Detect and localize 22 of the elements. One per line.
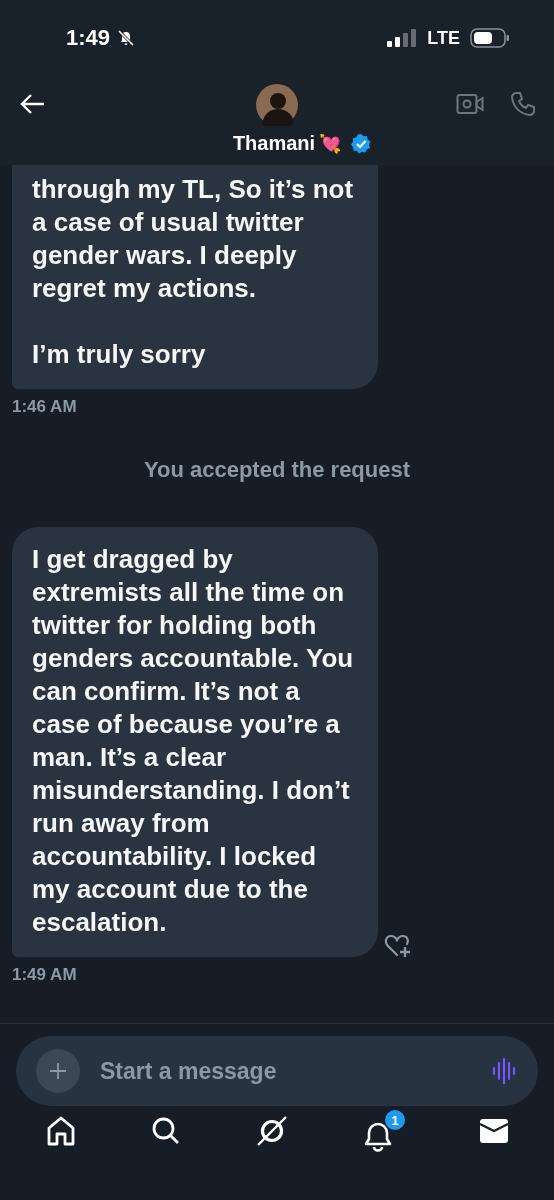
add-attachment-button[interactable]: [36, 1049, 80, 1093]
message-text: through my TL, So it’s not a case of usual twitter gender wars. I deeply regret my actions.: [32, 173, 355, 305]
heart-emoji: 💘: [319, 132, 342, 155]
notification-badge: 1: [385, 1110, 405, 1130]
plus-icon: [48, 1061, 68, 1081]
message-composer[interactable]: Start a message: [16, 1036, 538, 1106]
voice-message-icon[interactable]: [492, 1058, 518, 1084]
bell-icon: [363, 1120, 393, 1152]
contact-name: Thamani: [232, 132, 316, 155]
message-text: I’m truly sorry: [32, 338, 207, 371]
system-notice: You accepted the request: [143, 457, 411, 483]
status-time: 1:49: [66, 25, 111, 51]
message-text: I get dragged by extremists all the time on twitter for holding both genders accountable. You can confirm. It’s not a case of because you’re a man. It’s a clear misunderstanding. I don’t run away from accountability. I locked my account due to the escalation.: [32, 543, 355, 939]
bell-off-icon: [116, 28, 137, 48]
network-label: LTE: [427, 27, 460, 49]
message-input-field[interactable]: Start a message: [100, 1057, 472, 1085]
signal-icon: [387, 29, 418, 47]
avatar[interactable]: [256, 84, 298, 126]
message-time: 1:49 AM: [12, 965, 78, 985]
battery-icon: [470, 28, 510, 48]
notifications-tab[interactable]: 1: [359, 1106, 409, 1156]
message-time: 1:46 AM: [12, 397, 78, 417]
